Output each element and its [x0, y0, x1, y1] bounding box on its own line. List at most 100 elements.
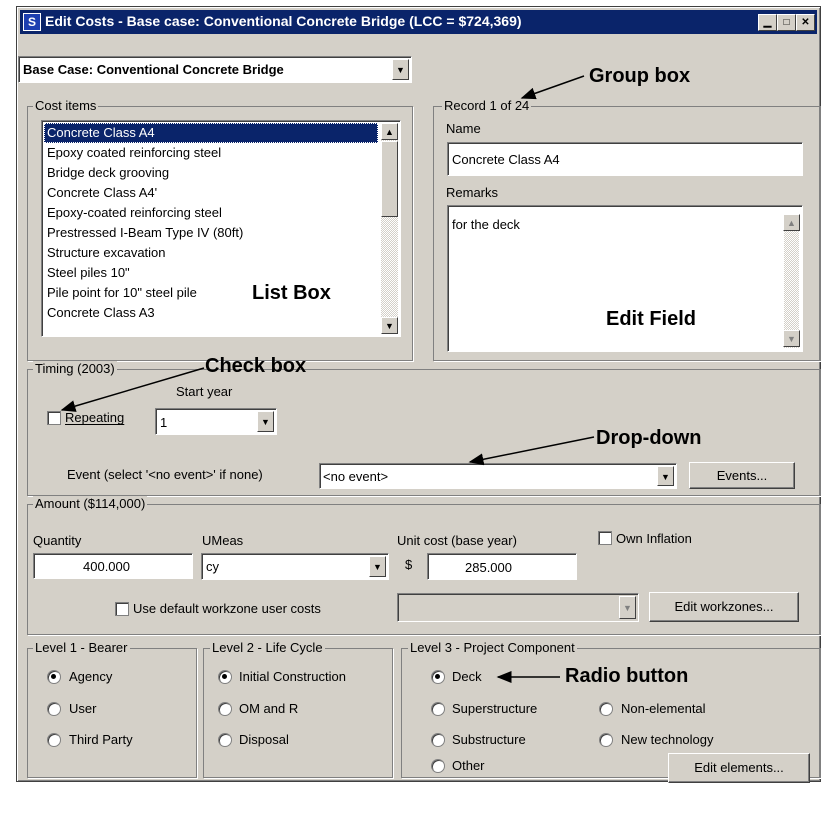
maximize-icon: □ — [783, 17, 790, 28]
case-dropdown[interactable]: Base Case: Conventional Concrete Bridge … — [18, 56, 412, 83]
scroll-up-button[interactable]: ▲ — [381, 123, 398, 140]
amount-group-label: Amount ($114,000) — [33, 496, 148, 511]
remarks-scroll-up-button[interactable]: ▲ — [783, 214, 800, 231]
annotation-group-box: Group box — [589, 65, 691, 87]
level3-radio-deck[interactable] — [431, 670, 445, 684]
repeating-label: Repeating — [65, 410, 124, 425]
workzone-label: Use default workzone user costs — [133, 601, 321, 616]
start-year-dropdown[interactable]: 1 ▼ — [155, 408, 277, 435]
remarks-field-value: for the deck — [452, 217, 520, 232]
app-icon[interactable]: S — [23, 13, 41, 31]
window-title: Edit Costs - Base case: Conventional Con… — [45, 13, 522, 29]
annotation-list-box: List Box — [252, 282, 331, 304]
level1-radio-user[interactable] — [47, 702, 61, 716]
event-dropdown-arrow[interactable]: ▼ — [657, 466, 674, 486]
minimize-icon: ▁ — [763, 17, 772, 28]
start-year-value: 1 — [160, 415, 168, 430]
level1-radio-agency[interactable] — [47, 670, 61, 684]
name-label: Name — [446, 121, 481, 136]
remarks-scroll-down-button[interactable]: ▼ — [783, 330, 800, 347]
umeas-value: cy — [206, 559, 219, 574]
umeas-dropdown-arrow[interactable]: ▼ — [369, 556, 386, 577]
event-value: <no event> — [323, 469, 389, 484]
arrow-up-icon: ▲ — [385, 127, 394, 137]
workzone-dropdown-arrow[interactable]: ▼ — [619, 596, 636, 619]
case-dropdown-value: Base Case: Conventional Concrete Bridge — [23, 62, 284, 77]
level3-option-new-technology: New technology — [621, 732, 714, 747]
level1-group-label: Level 1 - Bearer — [33, 640, 130, 655]
level3-group-label: Level 3 - Project Component — [408, 640, 577, 655]
level3-radio-substructure[interactable] — [431, 733, 445, 747]
dollar-sign: $ — [405, 557, 413, 572]
workzone-checkbox[interactable] — [115, 602, 129, 616]
list-item[interactable]: Concrete Class A4' — [44, 183, 378, 203]
event-label: Event (select '<no event>' if none) — [67, 467, 263, 482]
level3-radio-non-elemental[interactable] — [599, 702, 613, 716]
umeas-dropdown[interactable]: cy ▼ — [201, 553, 389, 580]
maximize-button[interactable]: □ — [777, 14, 796, 31]
unit-cost-label: Unit cost (base year) — [397, 533, 517, 548]
edit-costs-window: S Edit Costs - Base case: Conventional C… — [16, 6, 821, 783]
own-inflation-label: Own Inflation — [616, 531, 692, 546]
event-dropdown[interactable]: <no event> ▼ — [319, 463, 677, 489]
level3-radio-new-technology[interactable] — [599, 733, 613, 747]
scroll-down-button[interactable]: ▼ — [381, 317, 398, 334]
remarks-scrollbar[interactable] — [784, 214, 799, 348]
own-inflation-checkbox[interactable] — [598, 531, 612, 545]
name-field-value: Concrete Class A4 — [452, 152, 560, 167]
quantity-field[interactable]: 400.000 — [33, 553, 193, 579]
level2-option-om-and-r: OM and R — [239, 701, 299, 716]
cost-items-group-label: Cost items — [33, 98, 99, 113]
minimize-button[interactable]: ▁ — [758, 14, 777, 31]
list-item[interactable]: Epoxy coated reinforcing steel — [44, 143, 378, 163]
list-item[interactable]: Prestressed I-Beam Type IV (80ft) — [44, 223, 378, 243]
list-item[interactable]: Concrete Class A3 — [44, 303, 378, 323]
list-item[interactable]: Epoxy-coated reinforcing steel — [44, 203, 378, 223]
start-year-dropdown-arrow[interactable]: ▼ — [257, 411, 274, 432]
umeas-label: UMeas — [202, 533, 244, 548]
annotation-drop-down: Drop-down — [596, 427, 702, 449]
events-button[interactable]: Events... — [689, 462, 795, 489]
timing-group-label: Timing (2003) — [33, 361, 117, 376]
repeating-checkbox[interactable] — [47, 411, 61, 425]
case-dropdown-arrow[interactable]: ▼ — [392, 59, 409, 80]
level1-option-user: User — [69, 701, 97, 716]
arrow-down-icon: ▼ — [787, 334, 796, 344]
level2-option-initial-construction: Initial Construction — [239, 669, 346, 684]
close-button[interactable]: ✕ — [796, 14, 815, 31]
level2-radio-initial-construction[interactable] — [218, 670, 232, 684]
cost-items-listbox[interactable]: Concrete Class A4 Epoxy coated reinforci… — [41, 120, 401, 337]
level3-option-superstructure: Superstructure — [452, 701, 538, 716]
annotation-edit-field: Edit Field — [606, 308, 696, 330]
unit-cost-field[interactable]: 285.000 — [427, 553, 577, 580]
level2-group-label: Level 2 - Life Cycle — [210, 640, 325, 655]
quantity-label: Quantity — [33, 533, 82, 548]
record-group-label: Record 1 of 24 — [442, 98, 532, 113]
level3-radio-superstructure[interactable] — [431, 702, 445, 716]
level2-radio-om-and-r[interactable] — [218, 702, 232, 716]
scroll-thumb[interactable] — [381, 141, 398, 217]
chevron-down-icon: ▼ — [396, 65, 405, 75]
chevron-down-icon: ▼ — [261, 417, 270, 427]
chevron-down-icon: ▼ — [623, 603, 632, 613]
close-icon: ✕ — [801, 17, 810, 28]
level3-option-non-elemental: Non-elemental — [621, 701, 706, 716]
edit-workzones-button[interactable]: Edit workzones... — [649, 592, 799, 622]
annotation-check-box: Check box — [205, 355, 307, 377]
unit-cost-value: 285.000 — [465, 560, 512, 575]
chevron-down-icon: ▼ — [373, 562, 382, 572]
quantity-value: 400.000 — [83, 559, 130, 574]
list-item[interactable]: Bridge deck grooving — [44, 163, 378, 183]
title-bar: S Edit Costs - Base case: Conventional C… — [20, 10, 817, 34]
list-item[interactable]: Concrete Class A4 — [44, 123, 378, 143]
name-field[interactable]: Concrete Class A4 — [447, 142, 803, 176]
workzone-dropdown[interactable]: ▼ — [397, 593, 639, 622]
level1-radio-third-party[interactable] — [47, 733, 61, 747]
list-item[interactable]: Steel piles 10" — [44, 263, 378, 283]
edit-elements-button[interactable]: Edit elements... — [668, 753, 810, 783]
level2-radio-disposal[interactable] — [218, 733, 232, 747]
level3-radio-other[interactable] — [431, 759, 445, 773]
level1-option-third-party: Third Party — [69, 732, 133, 747]
list-item[interactable]: Structure excavation — [44, 243, 378, 263]
remarks-label: Remarks — [446, 185, 499, 200]
